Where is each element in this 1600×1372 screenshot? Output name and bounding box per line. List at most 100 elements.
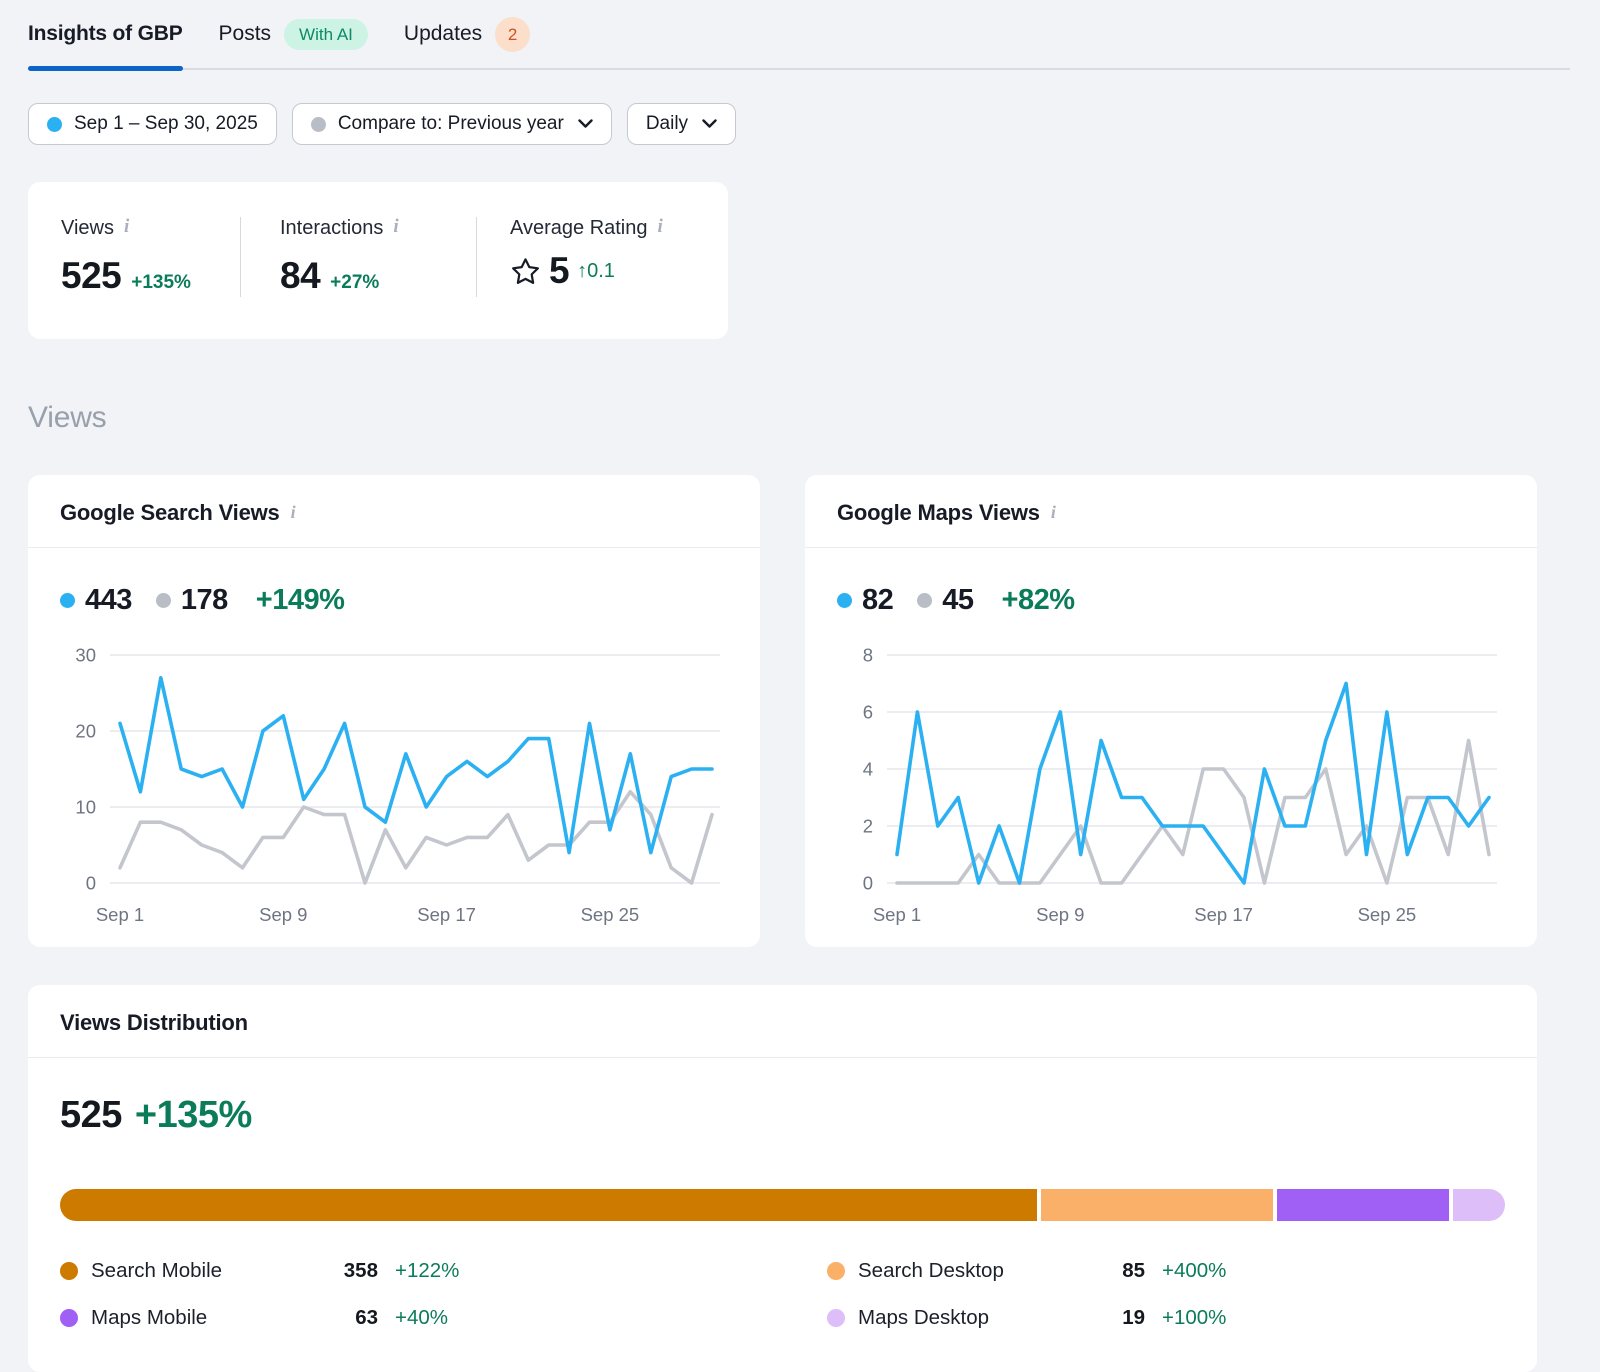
previous-series-dot-icon xyxy=(917,593,932,608)
svg-text:Sep 1: Sep 1 xyxy=(873,904,921,925)
date-range-label: Sep 1 – Sep 30, 2025 xyxy=(74,113,258,135)
info-icon[interactable]: i xyxy=(124,217,129,238)
chart-legend: 443 178 +149% xyxy=(60,584,728,617)
rating-value: 5 xyxy=(549,250,569,292)
google-maps-views-chart[interactable]: 02468Sep 1Sep 9Sep 17Sep 25 xyxy=(837,639,1505,931)
gbp-insights-page: Insights of GBP Posts With AI Updates 2 … xyxy=(0,0,1600,1372)
views-section-title: Views xyxy=(28,401,1600,435)
current-total: 443 xyxy=(85,584,132,617)
previous-series-dot-icon xyxy=(156,593,171,608)
change-percent: +82% xyxy=(1002,584,1075,617)
svg-text:10: 10 xyxy=(75,797,96,818)
legend-value: 63 xyxy=(328,1306,378,1330)
previous-total: 45 xyxy=(942,584,973,617)
charts-row: Google Search Views i 443 178 +149% 0 10 2… xyxy=(28,475,1537,947)
views-label: Views xyxy=(61,217,114,240)
interactions-label: Interactions xyxy=(280,217,383,240)
rating-change-value: 0.1 xyxy=(587,260,615,282)
views-value: 525 xyxy=(61,255,121,297)
tab-posts[interactable]: Posts With AI xyxy=(219,0,368,68)
chevron-down-icon xyxy=(578,119,593,129)
chart-title: Google Maps Views xyxy=(837,500,1040,526)
legend-item-search-mobile: Search Mobile 358 +122% xyxy=(60,1259,827,1283)
summary-rating-label-row: Average Rating i xyxy=(510,217,728,240)
summary-views: Views i 525 +135% xyxy=(28,217,240,297)
legend-label: Maps Mobile xyxy=(91,1306,328,1330)
star-icon xyxy=(510,256,541,287)
svg-text:20: 20 xyxy=(75,721,96,742)
compare-to-dropdown[interactable]: Compare to: Previous year xyxy=(292,103,612,145)
svg-text:Sep 9: Sep 9 xyxy=(1036,904,1084,925)
granularity-dropdown[interactable]: Daily xyxy=(627,103,736,145)
legend-value: 85 xyxy=(1095,1259,1145,1283)
previous-period-dot-icon xyxy=(311,117,326,132)
svg-text:0: 0 xyxy=(863,873,873,894)
interactions-change: +27% xyxy=(330,272,379,294)
info-icon[interactable]: i xyxy=(291,503,296,523)
svg-text:8: 8 xyxy=(863,645,873,666)
current-total: 82 xyxy=(862,584,893,617)
current-period-dot-icon xyxy=(47,117,62,132)
distribution-bar-segment xyxy=(60,1189,1037,1221)
with-ai-badge: With AI xyxy=(284,19,368,50)
previous-total: 178 xyxy=(181,584,228,617)
search-desktop-dot-icon xyxy=(827,1262,845,1280)
tab-updates[interactable]: Updates 2 xyxy=(404,0,530,68)
legend-item-maps-desktop: Maps Desktop 19 +100% xyxy=(827,1306,1505,1330)
info-icon[interactable]: i xyxy=(1051,503,1056,523)
distribution-stacked-bar[interactable] xyxy=(60,1189,1505,1221)
svg-text:30: 30 xyxy=(75,645,96,666)
legend-change: +122% xyxy=(395,1259,459,1283)
svg-text:Sep 1: Sep 1 xyxy=(96,904,144,925)
average-rating-label: Average Rating xyxy=(510,217,648,240)
info-icon[interactable]: i xyxy=(393,217,398,238)
summary-average-rating: Average Rating i 5 ↑0.1 xyxy=(476,217,728,297)
google-maps-views-card: Google Maps Views i 82 45 +82% 02468Sep … xyxy=(805,475,1537,947)
legend-item-search-desktop: Search Desktop 85 +400% xyxy=(827,1259,1505,1283)
svg-text:6: 6 xyxy=(863,702,873,723)
arrow-up-icon: ↑ xyxy=(577,260,587,282)
tab-label: Updates xyxy=(404,22,482,46)
interactions-value: 84 xyxy=(280,255,320,297)
filters-row: Sep 1 – Sep 30, 2025 Compare to: Previou… xyxy=(28,103,1600,145)
compare-to-label: Compare to: Previous year xyxy=(338,113,564,135)
svg-text:Sep 25: Sep 25 xyxy=(1358,904,1417,925)
tab-bar: Insights of GBP Posts With AI Updates 2 xyxy=(28,0,1570,70)
chart-legend: 82 45 +82% xyxy=(837,584,1505,617)
google-search-views-card: Google Search Views i 443 178 +149% 0102… xyxy=(28,475,760,947)
legend-label: Search Desktop xyxy=(858,1259,1095,1283)
tab-insights-of-gbp[interactable]: Insights of GBP xyxy=(28,0,183,68)
legend-change: +100% xyxy=(1162,1306,1226,1330)
svg-text:Sep 9: Sep 9 xyxy=(259,904,307,925)
updates-count-badge: 2 xyxy=(495,17,530,52)
distribution-total-change: +135% xyxy=(135,1094,252,1137)
distribution-bar-segment xyxy=(1041,1189,1273,1221)
change-percent: +149% xyxy=(256,584,345,617)
distribution-total: 525 +135% xyxy=(60,1094,1505,1137)
date-range-button[interactable]: Sep 1 – Sep 30, 2025 xyxy=(28,103,277,145)
google-search-views-chart[interactable]: 0102030Sep 1Sep 9Sep 17Sep 25 xyxy=(60,639,728,931)
legend-change: +40% xyxy=(395,1306,448,1330)
legend-label: Maps Desktop xyxy=(858,1306,1095,1330)
summary-interactions-label-row: Interactions i xyxy=(280,217,476,240)
svg-text:4: 4 xyxy=(863,759,873,780)
google-maps-views-header: Google Maps Views i xyxy=(805,475,1537,548)
google-search-views-header: Google Search Views i xyxy=(28,475,760,548)
legend-value: 358 xyxy=(328,1259,378,1283)
distribution-bar-segment xyxy=(1453,1189,1505,1221)
distribution-legend: Search Mobile 358 +122% Search Desktop 8… xyxy=(60,1259,1505,1330)
current-series-dot-icon xyxy=(60,593,75,608)
views-distribution-card: Views Distribution 525 +135% Search Mobi… xyxy=(28,985,1537,1372)
granularity-label: Daily xyxy=(646,113,688,135)
maps-mobile-dot-icon xyxy=(60,1309,78,1327)
summary-views-label-row: Views i xyxy=(61,217,240,240)
legend-label: Search Mobile xyxy=(91,1259,328,1283)
chart-title: Google Search Views xyxy=(60,500,280,526)
search-mobile-dot-icon xyxy=(60,1262,78,1280)
info-icon[interactable]: i xyxy=(658,217,663,238)
svg-text:Sep 25: Sep 25 xyxy=(581,904,640,925)
distribution-bar-segment xyxy=(1277,1189,1449,1221)
maps-desktop-dot-icon xyxy=(827,1309,845,1327)
chevron-down-icon xyxy=(702,119,717,129)
views-distribution-title: Views Distribution xyxy=(28,985,1537,1058)
